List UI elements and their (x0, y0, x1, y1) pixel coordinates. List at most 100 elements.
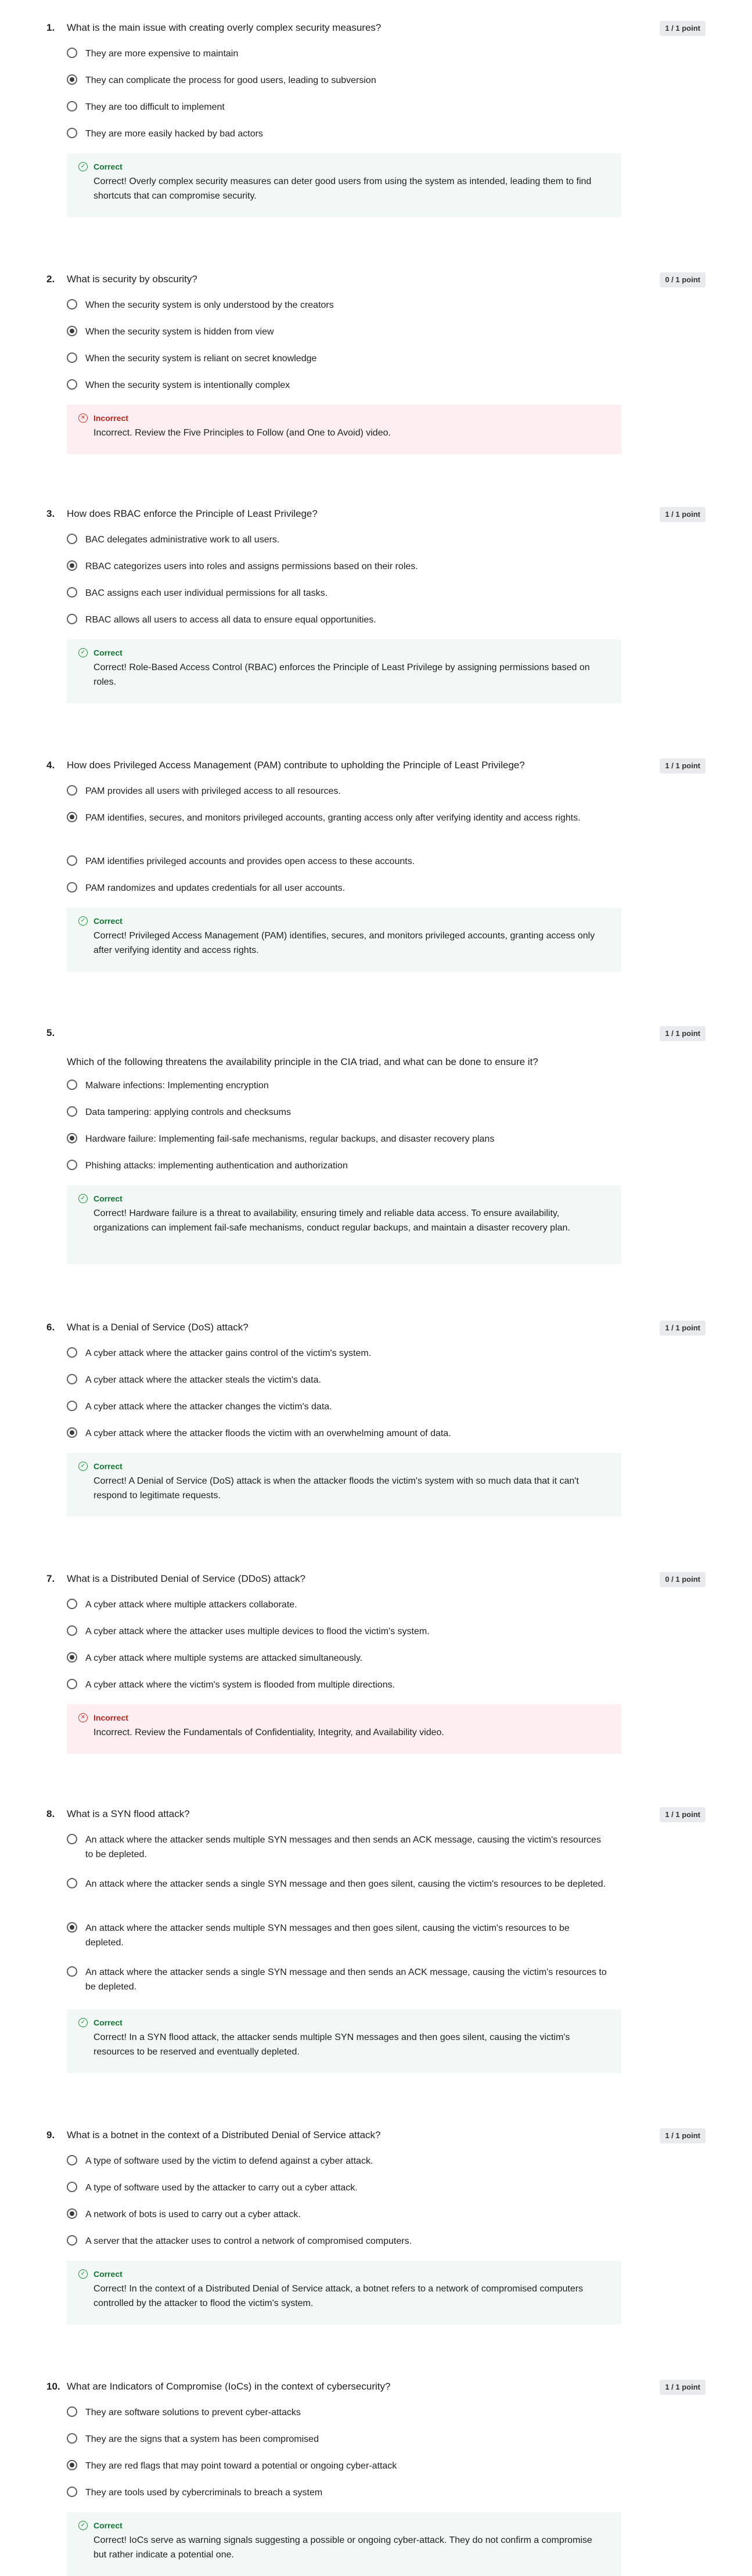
answer-option[interactable]: An attack where the attacker sends multi… (67, 1921, 618, 1950)
radio-button[interactable] (67, 560, 77, 571)
answer-option[interactable]: A server that the attacker uses to contr… (67, 2234, 618, 2248)
radio-button[interactable] (67, 128, 77, 138)
answer-option[interactable]: PAM provides all users with privileged a… (67, 784, 618, 798)
radio-button[interactable] (67, 2182, 77, 2192)
radio-button[interactable] (67, 1401, 77, 1411)
radio-button[interactable] (67, 534, 77, 544)
feedback-status-label: Correct (93, 2521, 123, 2530)
radio-button[interactable] (67, 2460, 77, 2470)
answer-option[interactable]: RBAC categorizes users into roles and as… (67, 559, 618, 574)
radio-button[interactable] (67, 2487, 77, 2497)
feedback-status: ✓ Correct (78, 2520, 607, 2531)
radio-button[interactable] (67, 1427, 77, 1438)
answer-option[interactable]: An attack where the attacker sends a sin… (67, 1877, 618, 1891)
radio-button[interactable] (67, 48, 77, 58)
radio-button[interactable] (67, 855, 77, 866)
answer-option[interactable]: They are software solutions to prevent c… (67, 2405, 618, 2420)
radio-button[interactable] (67, 1133, 77, 1143)
question-text: Which of the following threatens the ava… (67, 1056, 538, 1067)
answer-option[interactable]: A type of software used by the attacker … (67, 2181, 618, 2195)
radio-button[interactable] (67, 299, 77, 310)
answer-option[interactable]: They are too difficult to implement (67, 100, 618, 114)
answer-option[interactable]: A network of bots is used to carry out a… (67, 2207, 618, 2222)
points-badge: 1 / 1 point (660, 1807, 706, 1822)
answer-option[interactable]: Malware infections: Implementing encrypt… (67, 1078, 618, 1093)
answer-option[interactable]: A cyber attack where multiple systems ar… (67, 1651, 618, 1665)
answer-option[interactable]: Data tampering: applying controls and ch… (67, 1105, 618, 1120)
answer-option[interactable]: PAM identifies privileged accounts and p… (67, 854, 618, 869)
answer-option[interactable]: A type of software used by the victim to… (67, 2154, 618, 2168)
answer-option[interactable]: A cyber attack where the attacker change… (67, 1399, 618, 1414)
radio-button[interactable] (67, 587, 77, 598)
radio-button[interactable] (67, 352, 77, 363)
answer-option[interactable]: When the security system is only underst… (67, 298, 618, 312)
answer-option[interactable]: A cyber attack where the attacker steals… (67, 1373, 618, 1387)
radio-button[interactable] (67, 1625, 77, 1636)
answer-option[interactable]: BAC assigns each user individual permiss… (67, 586, 618, 600)
radio-button[interactable] (67, 74, 77, 85)
answer-option[interactable]: A cyber attack where the attacker uses m… (67, 1624, 618, 1639)
radio-button[interactable] (67, 2406, 77, 2417)
radio-button[interactable] (67, 1347, 77, 1358)
radio-button[interactable] (67, 1679, 77, 1689)
answer-option[interactable]: When the security system is intentionall… (67, 378, 618, 393)
answer-option[interactable]: When the security system is hidden from … (67, 325, 618, 339)
answer-option[interactable]: A cyber attack where the attacker gains … (67, 1346, 618, 1361)
answer-option[interactable]: PAM identifies, secures, and monitors pr… (67, 811, 618, 825)
radio-button[interactable] (67, 882, 77, 893)
answer-option[interactable]: An attack where the attacker sends multi… (67, 1833, 618, 1862)
radio-button[interactable] (67, 1106, 77, 1117)
feedback-text: Correct! In a SYN flood attack, the atta… (93, 2032, 570, 2057)
check-circle-icon: ✓ (78, 916, 88, 926)
answer-option[interactable]: They are the signs that a system has bee… (67, 2432, 618, 2447)
answer-option[interactable]: They are tools used by cybercriminals to… (67, 2485, 618, 2500)
radio-button[interactable] (67, 1834, 77, 1844)
answer-option[interactable]: A cyber attack where the attacker floods… (67, 1426, 618, 1441)
radio-button[interactable] (67, 1080, 77, 1090)
radio-button[interactable] (67, 812, 77, 822)
answer-option[interactable]: Phishing attacks: implementing authentic… (67, 1159, 618, 1173)
answer-option-label: BAC delegates administrative work to all… (85, 535, 280, 545)
feedback-status: ✓ Correct (78, 1193, 607, 1204)
answer-option-label: They are red flags that may point toward… (85, 2461, 397, 2471)
radio-button[interactable] (67, 1652, 77, 1663)
answer-option-label: A network of bots is used to carry out a… (85, 2210, 301, 2219)
answer-option[interactable]: BAC delegates administrative work to all… (67, 533, 618, 547)
radio-button[interactable] (67, 101, 77, 111)
radio-button[interactable] (67, 326, 77, 336)
check-circle-icon: ✓ (78, 2521, 88, 2530)
answer-option[interactable]: They are red flags that may point toward… (67, 2459, 618, 2473)
answer-option-label: A type of software used by the attacker … (85, 2183, 358, 2193)
feedback-status: ✓ Correct (78, 1461, 607, 1472)
answer-option[interactable]: They can complicate the process for good… (67, 73, 618, 88)
radio-button[interactable] (67, 1922, 77, 1933)
answer-option[interactable]: They are more easily hacked by bad actor… (67, 127, 618, 141)
answer-option[interactable]: They are more expensive to maintain (67, 46, 618, 61)
radio-button[interactable] (67, 379, 77, 390)
answer-option[interactable]: Hardware failure: Implementing fail-safe… (67, 1132, 618, 1146)
answer-option[interactable]: A cyber attack where multiple attackers … (67, 1598, 618, 1612)
check-circle-icon: ✓ (78, 2018, 88, 2027)
radio-button[interactable] (67, 1878, 77, 1888)
answer-option-label: A type of software used by the victim to… (85, 2156, 373, 2166)
radio-button[interactable] (67, 1966, 77, 1977)
answer-option[interactable]: A cyber attack where the victim's system… (67, 1678, 618, 1692)
radio-button[interactable] (67, 1160, 77, 1170)
points-badge: 1 / 1 point (660, 758, 706, 773)
feedback-box: ✓ Correct Correct! IoCs serve as warning s… (67, 2512, 621, 2576)
answer-option[interactable]: When the security system is reliant on s… (67, 351, 618, 366)
answer-option[interactable]: PAM randomizes and updates credentials f… (67, 881, 618, 895)
answer-option[interactable]: An attack where the attacker sends a sin… (67, 1965, 618, 1994)
radio-button[interactable] (67, 2235, 77, 2246)
radio-button[interactable] (67, 1599, 77, 1609)
radio-button[interactable] (67, 785, 77, 796)
radio-button[interactable] (67, 2433, 77, 2444)
answer-option-label: A cyber attack where the attacker gains … (85, 1348, 372, 1358)
feedback-box: ✓ Correct Correct! A Denial of Service (Do… (67, 1453, 621, 1517)
radio-button[interactable] (67, 1374, 77, 1384)
radio-button[interactable] (67, 614, 77, 624)
radio-button[interactable] (67, 2155, 77, 2165)
feedback-status: ✓ Correct (78, 647, 607, 658)
answer-option[interactable]: RBAC allows all users to access all data… (67, 613, 618, 627)
radio-button[interactable] (67, 2208, 77, 2219)
